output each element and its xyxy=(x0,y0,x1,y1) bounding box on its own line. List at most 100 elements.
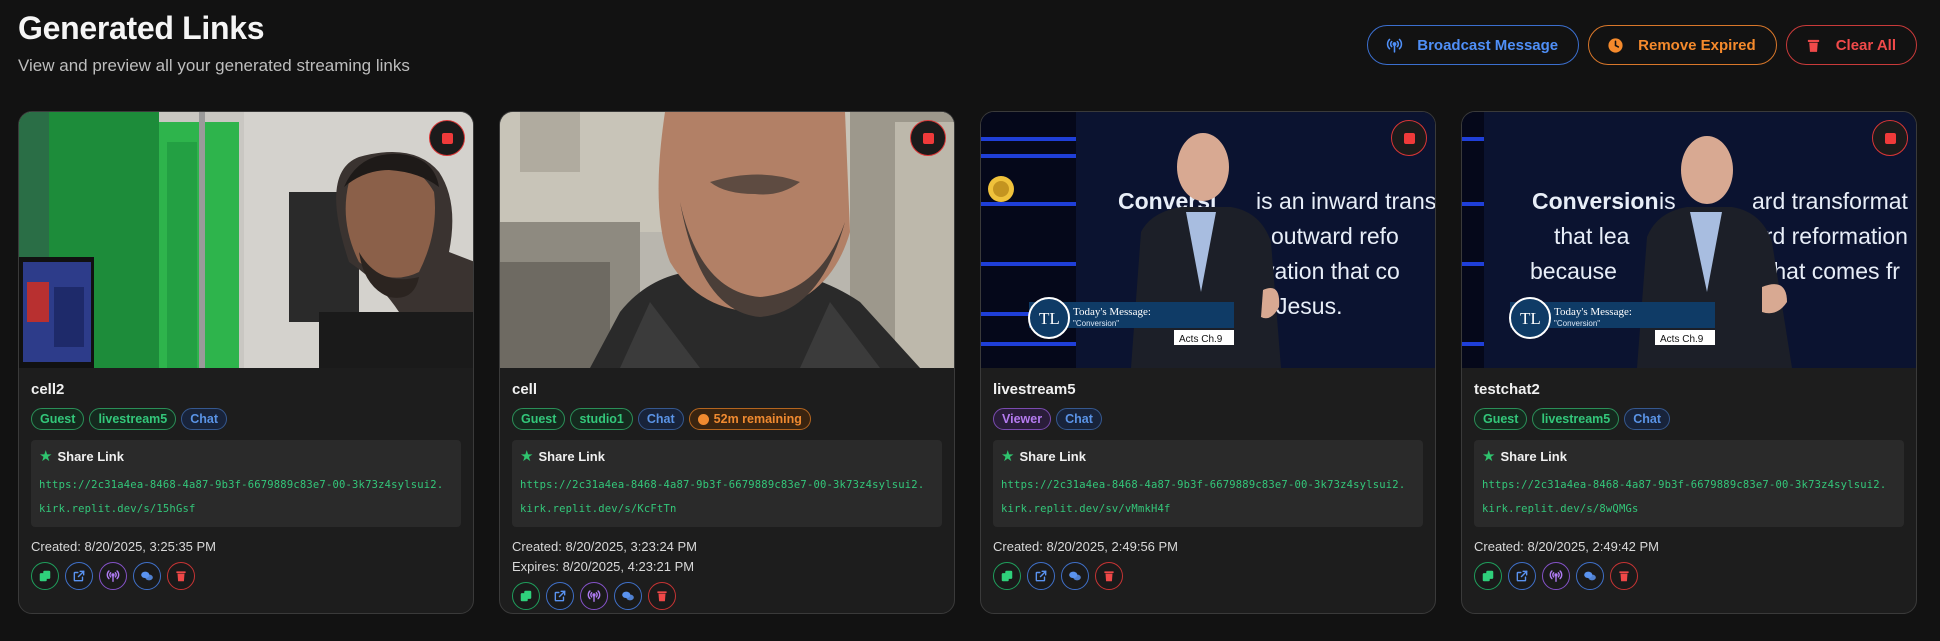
slide-text: that lea xyxy=(1554,223,1630,249)
stop-icon xyxy=(1403,132,1415,144)
broadcast-icon xyxy=(106,570,120,582)
created-date: Created: 8/20/2025, 3:25:35 PM xyxy=(31,539,217,554)
open-link-button[interactable] xyxy=(1508,562,1536,590)
copy-link-button[interactable] xyxy=(512,582,540,610)
star-icon: ★ xyxy=(1482,448,1496,465)
open-link-button[interactable] xyxy=(1027,562,1055,590)
chat-badge: Chat xyxy=(1056,408,1102,430)
stop-icon xyxy=(1884,132,1896,144)
open-link-button[interactable] xyxy=(65,562,93,590)
share-link-box: ★ Share Link https://2c31a4ea-8468-4a87-9… xyxy=(512,440,942,527)
copy-link-button[interactable] xyxy=(1474,562,1502,590)
delete-link-button[interactable] xyxy=(1095,562,1123,590)
external-link-icon xyxy=(554,590,566,602)
trash-icon xyxy=(176,571,186,582)
share-url-line1[interactable]: https://2c31a4ea-8468-4a87-9b3f-6679889c… xyxy=(39,473,453,497)
clear-all-label: Clear All xyxy=(1835,36,1896,54)
slide-text: is xyxy=(1659,188,1676,214)
share-url-line2[interactable]: kirk.replit.dev/s/15hGsf xyxy=(39,497,453,521)
slide-text: ard reformation xyxy=(1752,223,1908,249)
video-preview[interactable]: Conversion is ard transformat that lea a… xyxy=(1462,112,1916,368)
created-date: Created: 8/20/2025, 3:23:24 PM xyxy=(512,539,698,554)
link-card: cell Guest studio1 Chat 52m remaining ★ S… xyxy=(499,111,955,614)
open-link-button[interactable] xyxy=(546,582,574,610)
copy-icon xyxy=(39,570,51,582)
slide-text: that comes fr xyxy=(1767,258,1900,284)
lower-third-sub: "Conversion" xyxy=(1554,319,1600,328)
share-url-line2[interactable]: kirk.replit.dev/s/KcFtTn xyxy=(520,497,934,521)
delete-link-button[interactable] xyxy=(648,582,676,610)
lower-third-ref: Acts Ch.9 xyxy=(1660,334,1704,345)
copy-link-button[interactable] xyxy=(31,562,59,590)
chat-icon xyxy=(622,591,634,601)
clear-all-button[interactable]: Clear All xyxy=(1785,25,1917,65)
header-actions: Broadcast Message Remove Expired Clear A… xyxy=(1367,25,1917,65)
delete-link-button[interactable] xyxy=(167,562,195,590)
video-preview[interactable] xyxy=(500,112,954,368)
broadcast-button[interactable] xyxy=(580,582,608,610)
trash-icon xyxy=(1619,571,1629,582)
sermon-stream-frame: Conversi is an inward trans outward refo… xyxy=(981,112,1435,368)
expires-date: Expires: 8/20/2025, 4:23:21 PM xyxy=(512,559,695,574)
chat-button[interactable] xyxy=(133,562,161,590)
share-link-label: Share Link xyxy=(57,448,124,464)
clock-icon xyxy=(697,413,709,425)
created-date: Created: 8/20/2025, 2:49:42 PM xyxy=(1474,539,1660,554)
chat-button[interactable] xyxy=(1061,562,1089,590)
page-title: Generated Links xyxy=(18,10,265,46)
link-name: livestream5 xyxy=(993,381,1076,398)
external-link-icon xyxy=(73,570,85,582)
broadcast-button[interactable] xyxy=(99,562,127,590)
chat-button[interactable] xyxy=(614,582,642,610)
trash-icon xyxy=(1104,571,1114,582)
chat-button[interactable] xyxy=(1576,562,1604,590)
broadcast-button[interactable] xyxy=(1542,562,1570,590)
office-camera-frame xyxy=(19,112,473,368)
stop-stream-button[interactable] xyxy=(1872,120,1908,156)
share-url-line1[interactable]: https://2c31a4ea-8468-4a87-9b3f-6679889c… xyxy=(520,473,934,497)
share-link-label: Share Link xyxy=(538,448,605,464)
room-badge: livestream5 xyxy=(1532,408,1620,430)
share-link-label: Share Link xyxy=(1500,448,1567,464)
copy-icon xyxy=(1482,570,1494,582)
video-preview[interactable]: Conversi is an inward trans outward refo… xyxy=(981,112,1435,368)
video-preview[interactable] xyxy=(19,112,473,368)
lower-third-title: Today's Message: xyxy=(1554,306,1632,318)
channel-logo: TL xyxy=(1520,309,1541,328)
delete-link-button[interactable] xyxy=(1610,562,1638,590)
role-badge: Viewer xyxy=(993,408,1052,430)
link-card: Conversi is an inward trans outward refo… xyxy=(980,111,1436,614)
remove-expired-button[interactable]: Remove Expired xyxy=(1588,25,1777,65)
link-name: testchat2 xyxy=(1474,381,1540,398)
link-name: cell xyxy=(512,381,538,398)
broadcast-icon xyxy=(587,590,601,602)
slide-text: Jesus. xyxy=(1276,293,1342,319)
lower-third-sub: "Conversion" xyxy=(1073,319,1119,328)
room-badge: livestream5 xyxy=(89,408,177,430)
trash-icon xyxy=(657,591,667,602)
slide-text: ard transformat xyxy=(1752,188,1909,214)
stop-stream-button[interactable] xyxy=(429,120,465,156)
share-url-line2[interactable]: kirk.replit.dev/s/8wQMGs xyxy=(1482,497,1896,521)
share-url-line2[interactable]: kirk.replit.dev/sv/vMmkH4f xyxy=(1001,497,1415,521)
chat-badge: Chat xyxy=(637,408,684,430)
broadcast-message-button[interactable]: Broadcast Message xyxy=(1367,25,1580,65)
page-subtitle: View and preview all your generated stre… xyxy=(18,56,410,75)
broadcast-icon xyxy=(1387,38,1403,53)
expiry-badge: 52m remaining xyxy=(688,408,811,430)
copy-link-button[interactable] xyxy=(993,562,1021,590)
share-link-label: Share Link xyxy=(1019,448,1086,464)
chat-badge: Chat xyxy=(1624,408,1671,430)
lower-third-ref: Acts Ch.9 xyxy=(1179,334,1223,345)
role-badge: Guest xyxy=(512,408,566,430)
share-url-line1[interactable]: https://2c31a4ea-8468-4a87-9b3f-6679889c… xyxy=(1001,473,1415,497)
star-icon: ★ xyxy=(1001,448,1015,465)
star-icon: ★ xyxy=(520,448,534,465)
stop-stream-button[interactable] xyxy=(1391,120,1427,156)
sermon-stream-frame: Conversion is ard transformat that lea a… xyxy=(1462,112,1916,368)
star-icon: ★ xyxy=(39,448,53,465)
created-date: Created: 8/20/2025, 2:49:56 PM xyxy=(993,539,1179,554)
share-url-line1[interactable]: https://2c31a4ea-8468-4a87-9b3f-6679889c… xyxy=(1482,473,1896,497)
stop-stream-button[interactable] xyxy=(910,120,946,156)
slide-text: vation that co xyxy=(1263,258,1400,284)
